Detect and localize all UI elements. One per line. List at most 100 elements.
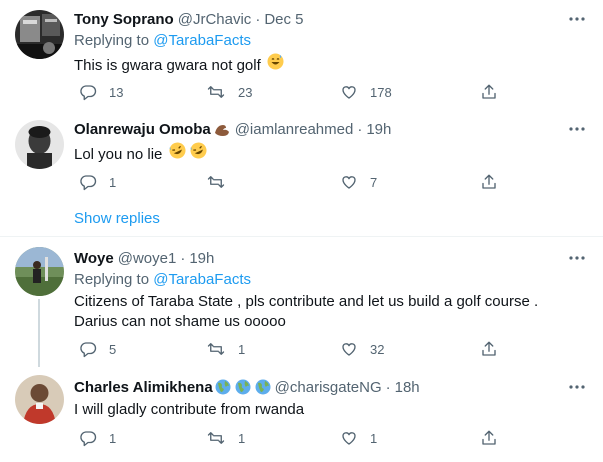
like-count: 7 [370,174,378,190]
display-name[interactable]: Woye [74,250,114,267]
tweet-actions: 1 1 1 [74,429,509,449]
reply-icon [80,431,97,447]
like-count: 32 [370,341,385,357]
retweet-button[interactable]: 1 [206,340,245,358]
tweet-header: Olanrewaju Omoba @iamlanreahmed · 19h [74,119,391,139]
tweet-text: I will gladly contribute from rwanda [74,400,579,419]
replying-to-handle[interactable]: @TarabaFacts [153,271,251,288]
timestamp[interactable]: Dec 5 [264,11,303,28]
tweet-actions: 13 23 178 [74,83,509,103]
like-button[interactable]: 1 [340,429,377,447]
retweet-button[interactable]: 1 [206,429,245,447]
more-options-icon[interactable] [568,249,586,267]
replying-to: Replying to @TarabaFacts [74,32,251,49]
share-button[interactable] [480,429,498,447]
tweet-olanrewaju-omoba[interactable]: Olanrewaju Omoba @iamlanreahmed · 19h Lo… [0,108,603,236]
tweet-actions: 5 1 32 [74,340,509,360]
avatar-charles-alimikhena[interactable] [15,375,64,424]
tweet-header: Woye @woye1 · 19h [74,248,214,268]
heart-icon [342,176,356,189]
avatar-woye[interactable] [15,247,64,296]
display-name[interactable]: Tony Soprano [74,11,174,28]
like-count: 1 [370,430,378,446]
globe-emoji [215,379,231,395]
replying-to: Replying to @TarabaFacts [74,271,251,288]
reply-button[interactable]: 13 [79,83,123,101]
share-icon [482,174,496,189]
rolling-laughing-emoji [190,142,207,159]
tweet-woye[interactable]: Woye @woye1 · 19h Replying to @TarabaFac… [0,237,603,367]
replying-to-handle[interactable]: @TarabaFacts [153,32,251,49]
separator-dot: · [180,249,186,267]
retweet-count: 23 [238,84,253,100]
like-count: 178 [370,84,392,100]
user-handle[interactable]: @woye1 [118,250,177,267]
share-icon [482,341,496,356]
retweet-icon [207,432,225,444]
separator-dot: · [255,10,261,28]
grinning-sweat-emoji [267,53,284,70]
heart-icon [342,343,356,356]
reply-icon [80,85,97,101]
tweet-charles-alimikhena[interactable]: Charles Alimikhena @charisgateNG · 18h I… [0,367,603,462]
user-handle[interactable]: @JrChavic [178,11,252,28]
user-handle[interactable]: @charisgateNG [275,379,382,396]
like-button[interactable]: 32 [340,340,384,358]
like-button[interactable]: 7 [340,173,377,191]
retweet-icon [207,86,225,98]
like-button[interactable]: 178 [340,83,392,101]
tweet-actions: 1 7 [74,173,509,193]
replying-to-label: Replying to [74,271,150,288]
share-button[interactable] [480,340,498,358]
tweet-header: Charles Alimikhena @charisgateNG · 18h [74,377,420,397]
reply-button[interactable]: 1 [79,429,116,447]
tweet-text-content: This is gwara gwara not golf [74,57,261,74]
user-handle[interactable]: @iamlanreahmed [235,121,354,138]
tweet-text-content: Citizens of Taraba State , pls contribut… [74,293,539,330]
timestamp[interactable]: 19h [366,121,391,138]
display-name[interactable]: Charles Alimikhena [74,379,213,396]
tweet-text-content: Lol you no lie [74,146,163,163]
tweet-header: Tony Soprano @JrChavic · Dec 5 [74,9,304,29]
globe-emoji [255,379,271,395]
retweet-button[interactable]: 23 [206,83,252,101]
retweet-button[interactable] [206,173,238,191]
more-options-icon[interactable] [568,10,586,28]
globe-emoji [235,379,251,395]
rolling-laughing-emoji [169,142,186,159]
separator-dot: · [357,120,363,138]
share-icon [482,430,496,445]
tweet-text-content: I will gladly contribute from rwanda [74,401,305,418]
tweet-tony-soprano[interactable]: Tony Soprano @JrChavic · Dec 5 Replying … [0,0,603,118]
flexed-biceps-emoji [213,121,231,137]
retweet-icon [207,176,225,188]
share-button[interactable] [480,83,498,101]
tweet-text: Lol you no lie [74,142,579,164]
share-button[interactable] [480,173,498,191]
reply-count: 1 [109,430,117,446]
reply-icon [80,342,97,358]
separator-dot: · [385,378,391,396]
show-replies-link[interactable]: Show replies [74,210,160,227]
reply-icon [80,175,97,191]
share-icon [482,84,496,99]
avatar-olanrewaju-omoba[interactable] [15,120,64,169]
display-name[interactable]: Olanrewaju Omoba [74,121,211,138]
replying-to-label: Replying to [74,32,150,49]
reply-count: 1 [109,174,117,190]
heart-icon [342,86,356,99]
reply-button[interactable]: 5 [79,340,116,358]
retweet-count: 1 [238,341,246,357]
reply-count: 13 [109,84,124,100]
more-options-icon[interactable] [568,120,586,138]
thread-line [38,299,40,367]
avatar-tony-soprano[interactable] [15,10,64,59]
more-options-icon[interactable] [568,378,586,396]
tweet-text: Citizens of Taraba State , pls contribut… [74,292,579,332]
timestamp[interactable]: 18h [395,379,420,396]
heart-icon [342,432,356,445]
timestamp[interactable]: 19h [189,250,214,267]
retweet-count: 1 [238,430,246,446]
reply-count: 5 [109,341,117,357]
reply-button[interactable]: 1 [79,173,116,191]
